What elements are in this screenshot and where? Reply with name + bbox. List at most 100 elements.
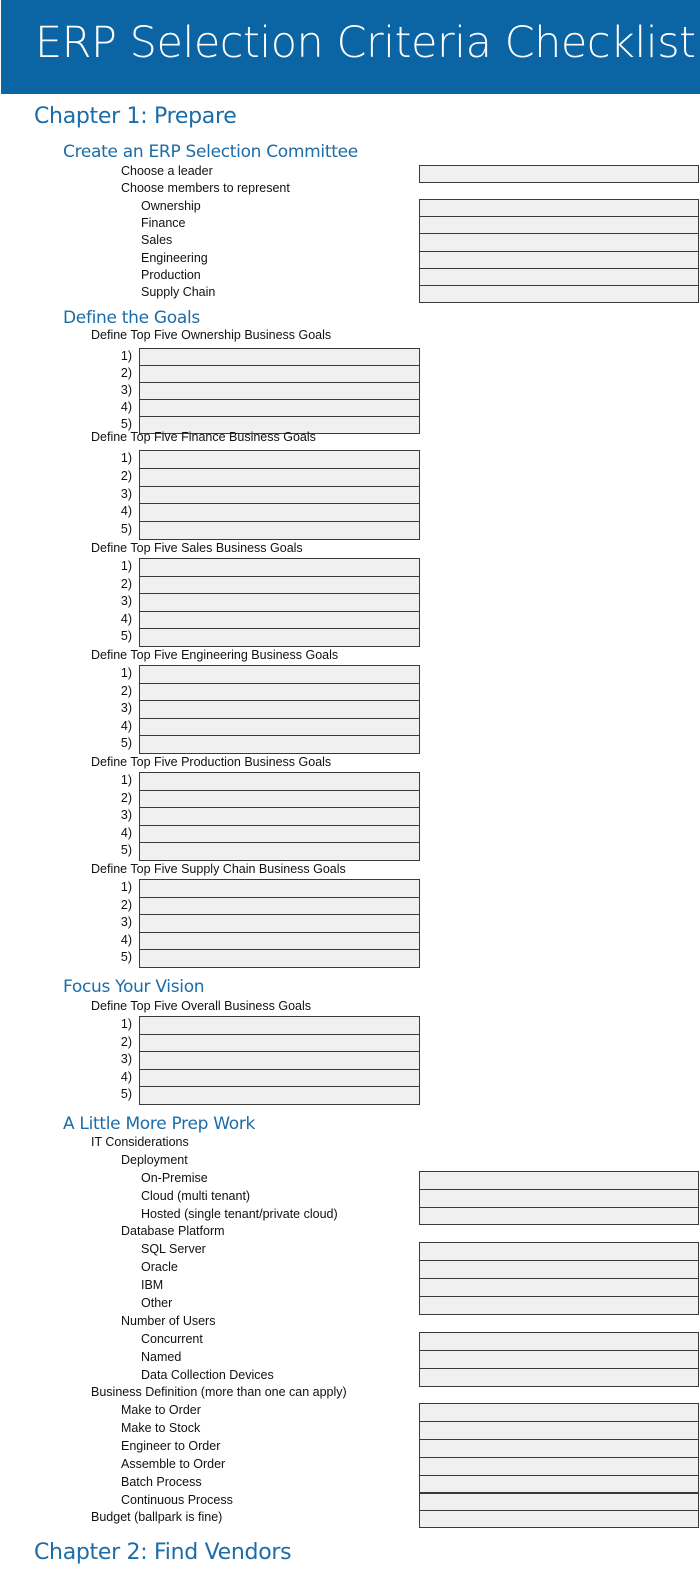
- title-banner: ERP Selection Criteria Checklist: [1, 0, 700, 94]
- chapter-2-heading: Chapter 2: Find Vendors: [34, 1540, 292, 1565]
- supply-chain-goal-field[interactable]: [139, 914, 420, 933]
- deployment-option-field[interactable]: [419, 1206, 699, 1226]
- goal-number: 3): [120, 383, 132, 397]
- engineering-goal-field[interactable]: [139, 682, 420, 702]
- goal-number: 2): [120, 576, 132, 591]
- overall-goal-field[interactable]: [139, 1051, 420, 1070]
- goal-number: 2): [120, 366, 132, 380]
- users-option-label: Concurrent: [141, 1332, 203, 1346]
- supply-chain-goal-field[interactable]: [139, 879, 420, 898]
- sales-goal-field[interactable]: [139, 628, 420, 647]
- business-option-field[interactable]: [419, 1456, 699, 1476]
- finance-goal-field[interactable]: [139, 467, 420, 487]
- business-option-label: Make to Stock: [121, 1420, 201, 1435]
- ownership-goal-field[interactable]: [139, 348, 420, 366]
- users-option-field[interactable]: [419, 1350, 699, 1369]
- member-field[interactable]: [419, 250, 699, 269]
- goal-number: 5): [120, 629, 132, 644]
- production-goal-field[interactable]: [139, 842, 420, 861]
- prep-heading: A Little More Prep Work: [63, 1114, 256, 1134]
- member-label: Production: [141, 267, 201, 282]
- finance-goal-field[interactable]: [139, 521, 420, 540]
- supply-chain-goal-field[interactable]: [139, 931, 420, 951]
- deployment-option-label: Hosted (single tenant/private cloud): [141, 1206, 338, 1221]
- production-goal-field[interactable]: [139, 824, 420, 844]
- leader-label: Choose a leader: [121, 164, 213, 178]
- engineering-goal-field[interactable]: [139, 735, 420, 754]
- budget-field[interactable]: [419, 1510, 699, 1528]
- sales-goal-field[interactable]: [139, 610, 420, 630]
- goal-number: 4): [120, 504, 132, 519]
- goal-number: 2): [120, 468, 132, 483]
- finance-goal-field[interactable]: [139, 450, 420, 469]
- it-considerations-label: IT Considerations: [91, 1135, 189, 1149]
- ownership-goal-field[interactable]: [139, 399, 420, 417]
- sales-goal-field[interactable]: [139, 575, 420, 595]
- overall-goal-field[interactable]: [139, 1033, 420, 1053]
- users-option-field[interactable]: [419, 1368, 699, 1387]
- production-goal-field[interactable]: [139, 772, 420, 791]
- goal-number: 1): [120, 349, 132, 363]
- engineering-goal-field[interactable]: [139, 717, 420, 737]
- database-option-field[interactable]: [419, 1242, 699, 1261]
- leader-field[interactable]: [419, 165, 699, 183]
- users-option-field[interactable]: [419, 1332, 699, 1351]
- goal-number: 4): [120, 611, 132, 626]
- goal-number: 4): [120, 400, 132, 414]
- goal-number: 2): [120, 1034, 132, 1049]
- goal-number: 1): [120, 773, 132, 787]
- member-field[interactable]: [419, 199, 699, 218]
- business-option-field[interactable]: [419, 1438, 699, 1458]
- business-option-label: Engineer to Order: [121, 1438, 221, 1453]
- users-label: Number of Users: [121, 1314, 216, 1328]
- goal-number: 3): [120, 915, 132, 930]
- deployment-option-field[interactable]: [419, 1171, 699, 1190]
- finance-goal-field[interactable]: [139, 503, 420, 523]
- supply-chain-goal-field[interactable]: [139, 896, 420, 916]
- business-option-label: Assemble to Order: [121, 1456, 226, 1471]
- overall-goal-field[interactable]: [139, 1016, 420, 1035]
- goal-number: 4): [120, 718, 132, 733]
- member-label: Finance: [141, 216, 186, 231]
- member-field[interactable]: [419, 233, 699, 252]
- business-definition-label: Business Definition (more than one can a…: [91, 1385, 347, 1399]
- business-option-field[interactable]: [419, 1492, 699, 1512]
- member-label: Engineering: [141, 250, 208, 265]
- business-option-field[interactable]: [419, 1420, 699, 1440]
- goal-number: 2): [120, 790, 132, 805]
- goal-number: 5): [120, 522, 132, 537]
- finance-goal-field[interactable]: [139, 485, 420, 505]
- database-option-field[interactable]: [419, 1296, 699, 1315]
- goal-number: 1): [120, 451, 132, 465]
- engineering-goal-field[interactable]: [139, 700, 420, 719]
- member-field[interactable]: [419, 216, 699, 235]
- business-option-label: Batch Process: [121, 1474, 202, 1489]
- finance-goals-label: Define Top Five Finance Business Goals: [91, 430, 316, 444]
- member-field[interactable]: [419, 285, 699, 304]
- engineering-goal-field[interactable]: [139, 665, 420, 684]
- overall-goal-field[interactable]: [139, 1068, 420, 1088]
- goal-number: 5): [120, 1087, 132, 1102]
- database-option-field[interactable]: [419, 1278, 699, 1297]
- goal-number: 2): [120, 897, 132, 912]
- supply-chain-goal-field[interactable]: [139, 949, 420, 968]
- committee-heading: Create an ERP Selection Committee: [63, 142, 358, 162]
- goal-number: 3): [120, 701, 132, 716]
- goals-heading: Define the Goals: [63, 308, 200, 328]
- ownership-goal-field[interactable]: [139, 382, 420, 400]
- production-goal-field[interactable]: [139, 789, 420, 809]
- goal-number: 5): [120, 843, 132, 858]
- database-option-field[interactable]: [419, 1260, 699, 1279]
- goal-number: 4): [120, 932, 132, 947]
- ownership-goal-field[interactable]: [139, 365, 420, 383]
- users-option-label: Named: [141, 1350, 182, 1364]
- sales-goal-field[interactable]: [139, 558, 420, 577]
- overall-goal-field[interactable]: [139, 1086, 420, 1105]
- sales-goal-field[interactable]: [139, 593, 420, 612]
- deployment-option-field[interactable]: [419, 1188, 699, 1208]
- business-option-field[interactable]: [419, 1403, 699, 1422]
- member-field[interactable]: [419, 267, 699, 286]
- production-goal-field[interactable]: [139, 807, 420, 826]
- business-option-field[interactable]: [419, 1474, 699, 1494]
- goal-number: 1): [120, 559, 132, 573]
